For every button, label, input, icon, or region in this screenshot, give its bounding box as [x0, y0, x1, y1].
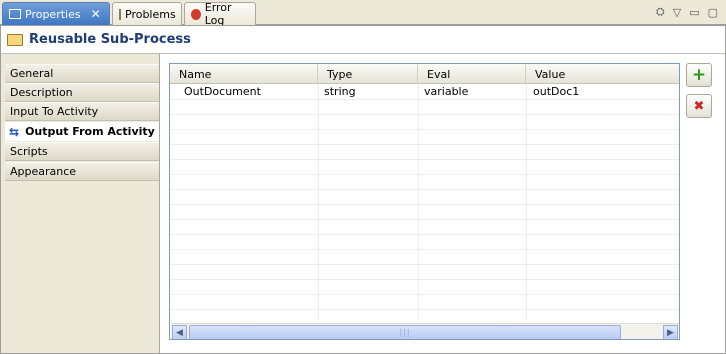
tab-properties[interactable]: Properties ✕: [2, 2, 110, 25]
category-general[interactable]: General: [5, 64, 159, 83]
properties-header: Reusable Sub-Process: [1, 26, 725, 53]
properties-icon: [9, 9, 21, 19]
grid-line: [170, 114, 679, 115]
category-label: Appearance: [10, 165, 77, 178]
scroll-left-icon[interactable]: ◀: [172, 325, 187, 339]
column-header-value[interactable]: Value: [526, 64, 679, 84]
view-menu-icon[interactable]: ▽: [673, 6, 681, 19]
grid-line: [170, 279, 679, 280]
grid-line: [170, 144, 679, 145]
view-toolbar: ⛭ ▽ ▭ ▢: [656, 4, 718, 20]
tab-error-log[interactable]: Error Log: [184, 1, 256, 27]
grid-line: [170, 189, 679, 190]
grid-line: [318, 84, 319, 319]
category-label: Description: [10, 86, 73, 99]
grid-line: [526, 84, 527, 319]
tab-problems[interactable]: Problems: [112, 2, 182, 25]
grid-line: [170, 264, 679, 265]
grid-line: [418, 84, 419, 319]
grid-line: [170, 219, 679, 220]
category-label: Input To Activity: [10, 105, 99, 118]
page-title: Reusable Sub-Process: [29, 32, 191, 47]
table-cell-name[interactable]: OutDocument: [170, 84, 318, 99]
delete-icon: ✖: [693, 98, 705, 114]
horizontal-scrollbar[interactable]: ◀ ||| ▶: [171, 323, 679, 339]
table-cell-type[interactable]: string: [318, 84, 418, 99]
grid-line: [170, 294, 679, 295]
minimize-icon[interactable]: ▭: [689, 6, 699, 19]
error-log-icon: [191, 8, 201, 20]
column-header-name[interactable]: Name: [170, 64, 318, 84]
table-header: Name Type Eval Value: [170, 64, 679, 84]
table-cell-value[interactable]: outDoc1: [526, 84, 679, 99]
category-list: General Description Input To Activity ⇆ …: [1, 54, 160, 353]
grid-line: [170, 129, 679, 130]
scroll-thumb[interactable]: |||: [189, 325, 621, 339]
tab-error-log-label: Error Log: [204, 1, 232, 27]
problems-icon: [119, 8, 121, 20]
category-label: Scripts: [10, 145, 48, 158]
scroll-right-icon[interactable]: ▶: [663, 325, 678, 339]
category-label: General: [10, 67, 54, 80]
add-icon: +: [691, 65, 707, 85]
output-arrow-icon: ⇆: [9, 124, 20, 139]
column-header-type[interactable]: Type: [318, 64, 418, 84]
tab-properties-label: Properties: [25, 7, 81, 21]
tab-problems-label: Problems: [125, 7, 176, 21]
category-appearance[interactable]: Appearance: [5, 162, 159, 181]
grid-line: [170, 249, 679, 250]
category-input-to-activity[interactable]: Input To Activity: [5, 102, 159, 121]
grid-line: [170, 99, 679, 100]
table-cell-eval[interactable]: variable: [418, 84, 526, 99]
grid-line: [170, 159, 679, 160]
sync-icon[interactable]: ⛭: [656, 5, 665, 19]
category-output-from-activity[interactable]: ⇆ Output From Activity: [5, 122, 159, 141]
grid-line: [170, 204, 679, 205]
add-parameter-button[interactable]: +: [686, 63, 712, 87]
parameters-table[interactable]: Name Type Eval Value OutDocument string …: [169, 63, 680, 340]
maximize-icon[interactable]: ▢: [708, 6, 718, 19]
close-icon[interactable]: ✕: [91, 8, 101, 20]
category-scripts[interactable]: Scripts: [5, 142, 159, 161]
category-description[interactable]: Description: [5, 83, 159, 102]
grid-line: [170, 309, 679, 310]
category-label: Output From Activity: [25, 125, 155, 138]
delete-parameter-button[interactable]: ✖: [686, 94, 712, 118]
subprocess-icon: [7, 33, 23, 46]
grid-line: [170, 174, 679, 175]
column-header-eval[interactable]: Eval: [418, 64, 526, 84]
grid-line: [170, 234, 679, 235]
